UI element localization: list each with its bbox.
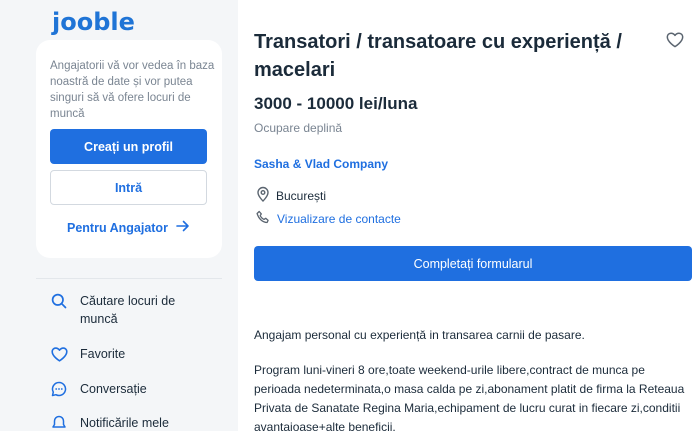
- contacts-label: Vizualizare de contacte: [277, 212, 401, 226]
- phone-icon: [256, 210, 271, 228]
- salary: 3000 - 10000 lei/luna: [254, 94, 418, 113]
- job-details: Transatori / transatoare cu experiență /…: [254, 0, 700, 431]
- description-paragraph: Program luni-vineri 8 ore,toate weekend-…: [254, 363, 685, 431]
- search-icon: [50, 292, 68, 310]
- arrow-right-icon: [176, 220, 190, 235]
- heart-icon: [50, 345, 68, 363]
- sidebar-item-search[interactable]: Căutare locuri de muncă: [50, 292, 190, 328]
- description-paragraph: Angajam personal cu experiență in transa…: [254, 328, 585, 342]
- employer-link-label: Pentru Angajator: [67, 220, 168, 235]
- create-profile-button[interactable]: Creați un profil: [50, 129, 207, 164]
- sidebar-item-conversation[interactable]: Conversație: [50, 380, 147, 398]
- sidebar-item-label: Căutare locuri de muncă: [80, 294, 176, 326]
- location-pin-icon: [256, 186, 270, 205]
- fill-form-button[interactable]: Completați formularul: [254, 246, 692, 281]
- sidebar-item-favorites[interactable]: Favorite: [50, 345, 125, 363]
- employment-type: Ocupare deplină: [254, 121, 343, 135]
- sidebar-item-label: Notificările mele: [80, 416, 169, 430]
- sidebar-divider: [36, 278, 222, 279]
- login-button[interactable]: Intră: [50, 170, 207, 205]
- profile-card: Angajatorii vă vor vedea în baza noastră…: [36, 40, 222, 258]
- chat-icon: [50, 380, 68, 398]
- favorite-heart-icon[interactable]: [666, 32, 686, 50]
- view-contacts-link[interactable]: Vizualizare de contacte: [256, 210, 401, 228]
- employer-link[interactable]: Pentru Angajator: [67, 220, 190, 235]
- profile-card-text: Angajatorii vă vor vedea în baza noastră…: [50, 60, 215, 120]
- company-link[interactable]: Sasha & Vlad Company: [254, 157, 388, 171]
- bell-icon: [50, 414, 68, 431]
- job-title: Transatori / transatoare cu experiență /…: [254, 31, 622, 81]
- location-label: București: [276, 188, 327, 203]
- sidebar-item-label: Favorite: [80, 347, 126, 361]
- jooble-logo[interactable]: jooble: [52, 8, 135, 36]
- sidebar-item-notifications[interactable]: Notificările mele: [50, 414, 169, 431]
- job-location: București: [256, 186, 326, 205]
- sidebar-item-label: Conversație: [80, 382, 147, 396]
- sidebar: jooble Angajatorii vă vor vedea în baza …: [0, 0, 238, 431]
